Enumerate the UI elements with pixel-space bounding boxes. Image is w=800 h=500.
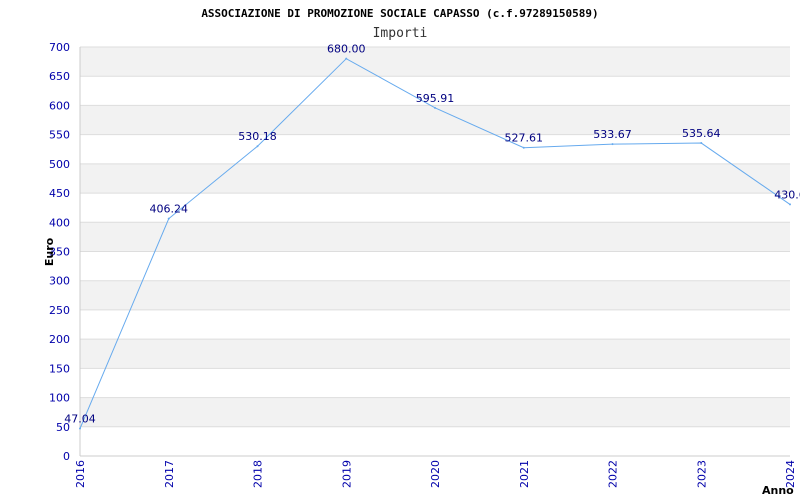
x-tick-label: 2019 bbox=[340, 460, 353, 488]
grid-band bbox=[80, 222, 790, 252]
x-tick-label: 2016 bbox=[74, 460, 87, 488]
data-point bbox=[611, 143, 614, 146]
chart-title: ASSOCIAZIONE DI PROMOZIONE SOCIALE CAPAS… bbox=[201, 7, 598, 20]
x-tick-label: 2017 bbox=[163, 460, 176, 488]
y-tick-label: 600 bbox=[49, 99, 70, 112]
data-point bbox=[345, 57, 348, 60]
x-tick-label: 2023 bbox=[695, 460, 708, 488]
y-tick-label: 100 bbox=[49, 392, 70, 405]
grid-band bbox=[80, 397, 790, 427]
x-tick-label: 2021 bbox=[518, 460, 531, 488]
y-tick-label: 650 bbox=[49, 70, 70, 83]
grid-band bbox=[80, 163, 790, 194]
data-label: 527.61 bbox=[505, 132, 544, 145]
data-label: 430.6 bbox=[774, 188, 800, 201]
grid-band bbox=[80, 47, 790, 77]
data-point bbox=[79, 427, 81, 430]
y-tick-label: 300 bbox=[49, 275, 70, 288]
x-tick-labels: 2016 2017 2018 2019 2020 2021 2022 2023 2024 bbox=[74, 460, 797, 488]
grid-band bbox=[80, 280, 790, 310]
data-label: 530.18 bbox=[238, 130, 277, 143]
y-tick-label: 150 bbox=[49, 362, 70, 375]
y-tick-label: 200 bbox=[49, 333, 70, 346]
line-chart: ASSOCIAZIONE DI PROMOZIONE SOCIALE CAPAS… bbox=[43, 7, 800, 497]
data-label: 595.91 bbox=[416, 92, 455, 105]
y-axis-label: Euro bbox=[43, 237, 56, 266]
data-label: 47.04 bbox=[64, 413, 96, 426]
x-tick-label: 2020 bbox=[429, 460, 442, 488]
y-tick-label: 0 bbox=[63, 450, 70, 463]
data-label: 406.24 bbox=[150, 203, 189, 216]
data-point bbox=[789, 203, 791, 206]
data-label: 533.67 bbox=[593, 128, 632, 141]
data-label: 535.64 bbox=[682, 127, 721, 140]
y-tick-label: 250 bbox=[49, 304, 70, 317]
y-tick-label: 450 bbox=[49, 187, 70, 200]
y-tick-label: 400 bbox=[49, 216, 70, 229]
data-point bbox=[700, 142, 703, 145]
data-point bbox=[167, 217, 170, 220]
data-point bbox=[522, 146, 525, 149]
x-axis-label: Anno bbox=[762, 484, 794, 497]
y-tick-label: 700 bbox=[49, 41, 70, 54]
y-tick-label: 500 bbox=[49, 158, 70, 171]
x-tick-label: 2018 bbox=[252, 460, 265, 488]
data-point bbox=[256, 145, 259, 148]
x-tick-label: 2022 bbox=[607, 460, 620, 488]
data-point bbox=[434, 106, 436, 109]
y-tick-label: 550 bbox=[49, 129, 70, 142]
data-label: 680.00 bbox=[327, 43, 366, 56]
chart-subtitle: Importi bbox=[373, 26, 428, 41]
grid-band bbox=[80, 339, 790, 369]
